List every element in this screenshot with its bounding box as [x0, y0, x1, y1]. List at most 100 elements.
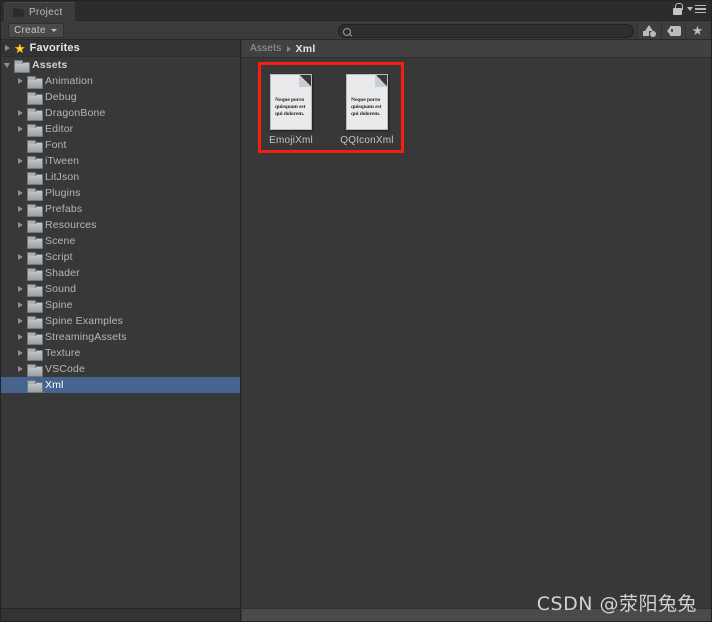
folder-icon	[27, 171, 43, 185]
expand-arrow-icon[interactable]	[1, 40, 14, 56]
sidebar-item-label: LitJson	[45, 171, 80, 183]
sidebar-item-spine-examples[interactable]: Spine Examples	[1, 313, 240, 329]
sidebar-item-shader[interactable]: Shader	[1, 265, 240, 281]
sidebar-item-texture[interactable]: Texture	[1, 345, 240, 361]
sidebar-item-label: DragonBone	[45, 107, 106, 119]
asset-preview-text: Neque porro quisquam est qui dolorem.	[275, 97, 307, 118]
folder-icon	[27, 235, 43, 249]
sidebar-item-dragonbone[interactable]: DragonBone	[1, 105, 240, 121]
chevron-right-icon	[286, 45, 291, 52]
sidebar-item-debug[interactable]: Debug	[1, 89, 240, 105]
preview-text-line: Neque porro	[275, 97, 305, 103]
breadcrumb-item-current[interactable]: Xml	[296, 43, 316, 55]
asset-browser-panel[interactable]: Assets Xml Neque porro quisquam est qui do…	[242, 40, 711, 608]
text-asset-icon[interactable]: Neque porro quisquam est qui dolorem.	[346, 74, 388, 130]
sidebar-item-sound[interactable]: Sound	[1, 281, 240, 297]
sidebar-item-script[interactable]: Script	[1, 249, 240, 265]
preview-text-line: quisquam est	[275, 104, 306, 110]
sidebar-item-editor[interactable]: Editor	[1, 121, 240, 137]
sidebar-item-resources[interactable]: Resources	[1, 217, 240, 233]
tab-project-label: Project	[29, 6, 63, 18]
chevron-down-icon	[50, 28, 57, 32]
expand-arrow-icon[interactable]	[14, 153, 27, 169]
page-fold-corner-icon	[375, 75, 387, 87]
folder-icon	[27, 203, 43, 217]
folder-icon	[27, 139, 43, 153]
expand-arrow-icon[interactable]	[14, 201, 27, 217]
asset-item[interactable]: Neque porro quisquam est qui dolorem. QQIco…	[335, 74, 399, 146]
sidebar-item-label: Assets	[32, 59, 68, 71]
sidebar-item-litjson[interactable]: LitJson	[1, 169, 240, 185]
folder-icon	[27, 283, 43, 297]
window-tab-bar: Project	[1, 1, 711, 21]
window-controls	[673, 3, 706, 15]
breadcrumb: Assets Xml	[242, 40, 711, 58]
sidebar-item-label: Spine	[45, 299, 73, 311]
expand-arrow-icon[interactable]	[14, 217, 27, 233]
sidebar-item-plugins[interactable]: Plugins	[1, 185, 240, 201]
expand-arrow-icon[interactable]	[14, 361, 27, 377]
expand-arrow-icon[interactable]	[14, 121, 27, 137]
sidebar-item-xml[interactable]: Xml	[1, 377, 240, 393]
folder-icon	[27, 299, 43, 313]
asset-panel-zoom-bar[interactable]	[242, 608, 711, 621]
sidebar-item-streamingassets[interactable]: StreamingAssets	[1, 329, 240, 345]
hamburger-menu-icon[interactable]	[687, 4, 706, 14]
toolbar-filter-group: ★	[637, 22, 709, 39]
expand-arrow-icon[interactable]	[14, 345, 27, 361]
filter-by-type-button[interactable]	[637, 22, 661, 39]
star-icon: ★	[691, 23, 704, 38]
sidebar-item-assets[interactable]: Assets	[1, 57, 240, 73]
filter-by-label-button[interactable]	[661, 22, 685, 39]
tab-project[interactable]: Project	[4, 2, 76, 21]
sidebar-item-prefabs[interactable]: Prefabs	[1, 201, 240, 217]
tree-panel-status-bar	[1, 608, 241, 621]
create-button[interactable]: Create	[8, 22, 64, 38]
sidebar-item-spine[interactable]: Spine	[1, 297, 240, 313]
sidebar-item-label: Animation	[45, 75, 94, 87]
sidebar-item-label: iTween	[45, 155, 80, 167]
filter-favorites-button[interactable]: ★	[685, 22, 709, 39]
sidebar-item-animation[interactable]: Animation	[1, 73, 240, 89]
sidebar-item-scene[interactable]: Scene	[1, 233, 240, 249]
project-toolbar: Create ★	[1, 21, 711, 40]
sidebar-item-favorites[interactable]: ★ Favorites	[1, 40, 240, 57]
folder-icon	[27, 107, 43, 121]
folder-icon	[27, 123, 43, 137]
text-asset-icon[interactable]: Neque porro quisquam est qui dolorem.	[270, 74, 312, 130]
expand-arrow-icon[interactable]	[14, 105, 27, 121]
search-input[interactable]	[354, 25, 614, 37]
expand-arrow-icon[interactable]	[14, 249, 27, 265]
expand-arrow-icon[interactable]	[14, 313, 27, 329]
sidebar-item-font[interactable]: Font	[1, 137, 240, 153]
shapes-icon	[643, 25, 656, 37]
sidebar-item-label: Resources	[45, 219, 97, 231]
lock-icon[interactable]	[673, 3, 683, 15]
sidebar-item-itween[interactable]: iTween	[1, 153, 240, 169]
folder-icon	[27, 363, 43, 377]
sidebar-item-label: Texture	[45, 347, 81, 359]
search-field[interactable]	[338, 24, 634, 38]
folder-icon	[27, 315, 43, 329]
asset-item[interactable]: Neque porro quisquam est qui dolorem. Emoji…	[259, 74, 323, 146]
sidebar-item-label: Scene	[45, 235, 76, 247]
expand-arrow-icon[interactable]	[1, 57, 14, 73]
breadcrumb-item-assets[interactable]: Assets	[250, 43, 282, 54]
expand-arrow-icon[interactable]	[14, 185, 27, 201]
folder-icon	[27, 379, 43, 393]
folder-icon	[27, 75, 43, 89]
asset-item-label: QQIconXml	[340, 135, 394, 146]
expand-arrow-icon[interactable]	[14, 73, 27, 89]
asset-item-label: EmojiXml	[269, 135, 313, 146]
sidebar-item-vscode[interactable]: VSCode	[1, 361, 240, 377]
expand-arrow-icon[interactable]	[14, 281, 27, 297]
folder-icon	[14, 59, 30, 73]
sidebar-item-label: Spine Examples	[45, 315, 123, 327]
expand-arrow-icon[interactable]	[14, 329, 27, 345]
folder-icon	[27, 155, 43, 169]
folder-icon	[27, 331, 43, 345]
expand-arrow-icon[interactable]	[14, 297, 27, 313]
folder-tree-panel[interactable]: ★ Favorites Assets Animation Debug DragonBo…	[1, 40, 241, 608]
